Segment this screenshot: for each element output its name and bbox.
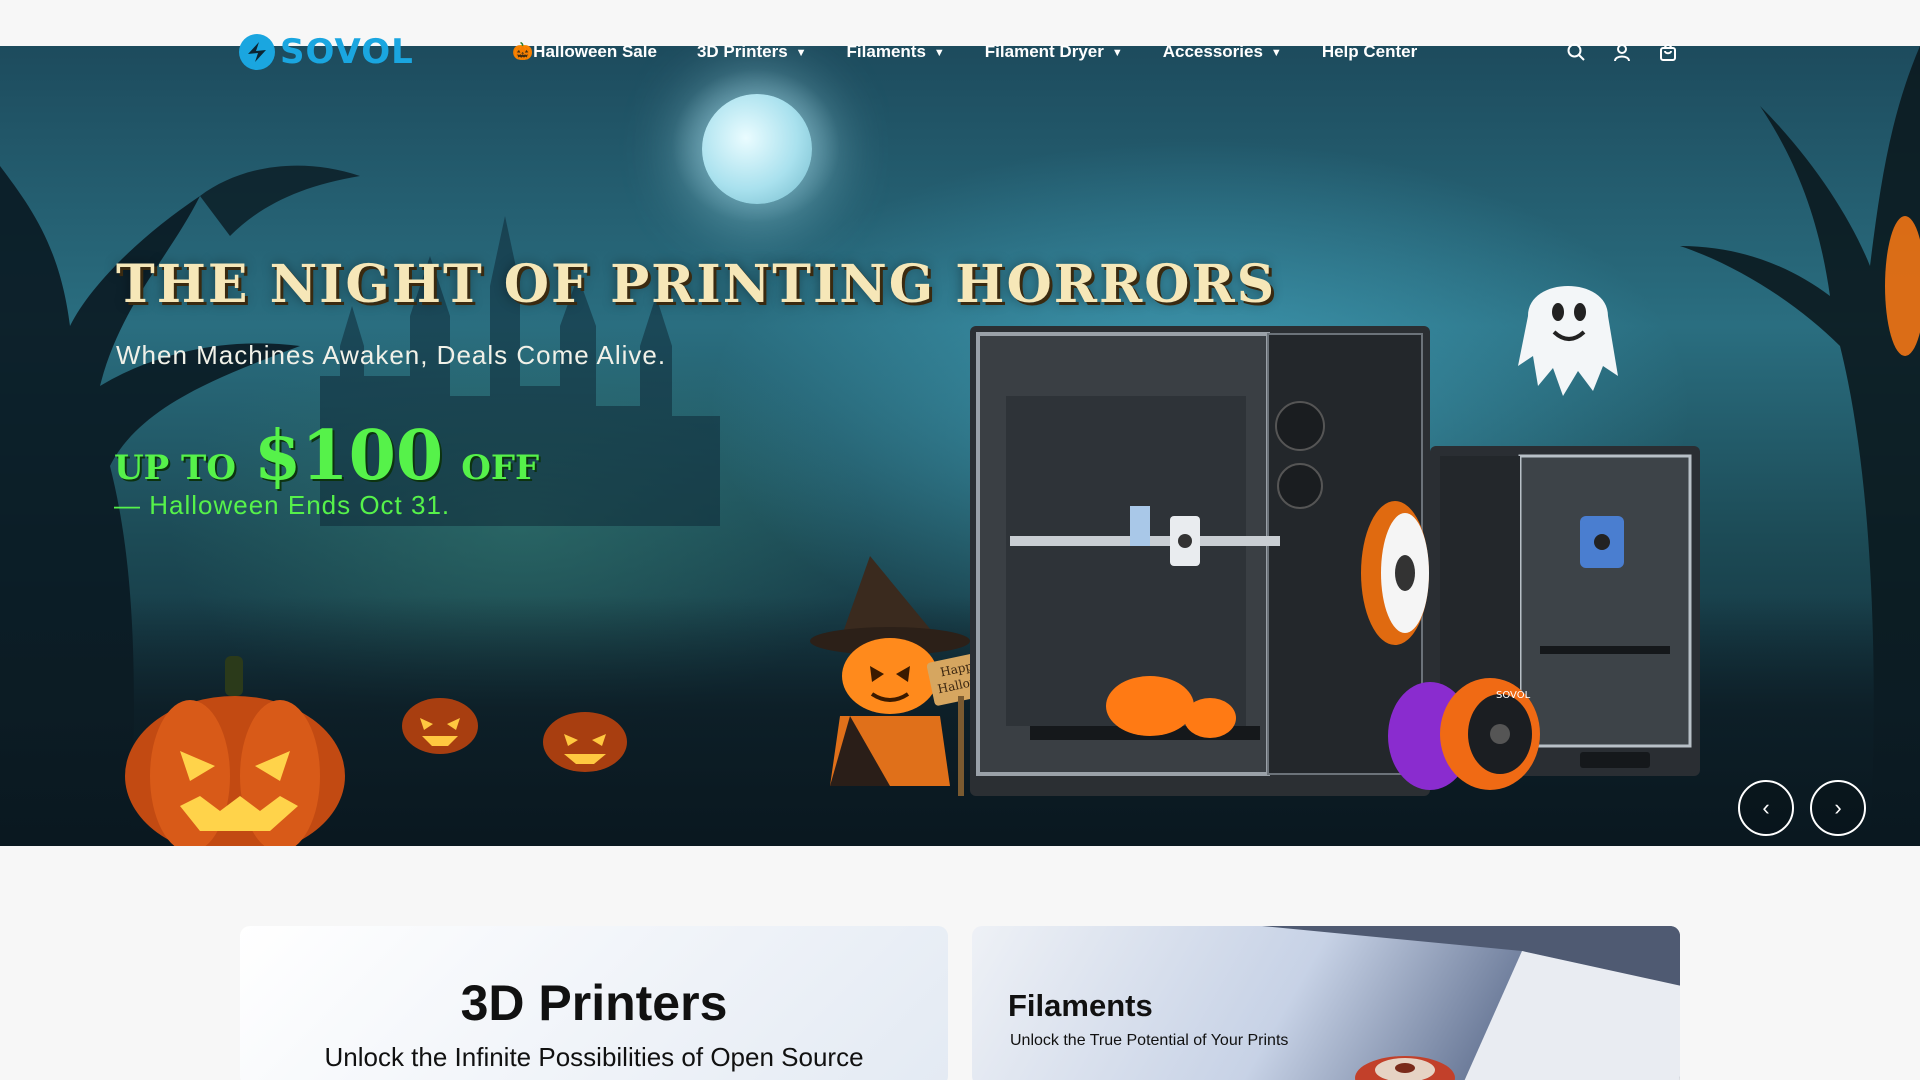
main-menu: 🎃Halloween Sale 3D Printers ▼ Filaments …	[512, 42, 1417, 62]
card-title: Filaments	[1008, 988, 1153, 1023]
pumpkin-large-graphic	[125, 656, 345, 846]
menu-item-label: 3D Printers	[696, 42, 788, 61]
chevron-left-icon: ‹	[1762, 795, 1770, 820]
spool-brand-label: SOVOL	[1496, 690, 1531, 701]
chevron-down-icon: ▼	[933, 47, 945, 59]
menu-item-label: Accessories	[1162, 42, 1263, 61]
hero-title: THE NIGHT OF PRINTING HORRORS	[116, 254, 1277, 315]
sovol-logo[interactable]: SOVOL	[238, 32, 414, 72]
menu-3d-printers[interactable]: 3D Printers ▼	[697, 42, 807, 62]
hero-upto-suffix: OFF	[461, 448, 540, 488]
slide-next-button[interactable]: ›	[1810, 780, 1866, 836]
menu-help-center[interactable]: Help Center	[1322, 42, 1417, 62]
slide-prev-button[interactable]: ‹	[1738, 780, 1794, 836]
cart-icon[interactable]	[1658, 42, 1678, 62]
site-header: SOVOL 🎃Halloween Sale 3D Printers ▼ Fila…	[0, 28, 1920, 74]
hero-upto-prefix: UP TO	[114, 448, 236, 488]
category-card-3d-printers[interactable]: 3D Printers Unlock the Infinite Possibil…	[240, 926, 948, 1080]
hero-banner[interactable]: THE NIGHT OF PRINTING HORRORS When Machi…	[0, 46, 1920, 846]
menu-item-label: Filament Dryer	[984, 42, 1104, 61]
moon-graphic	[702, 94, 812, 204]
header-actions	[1566, 42, 1678, 62]
search-icon[interactable]	[1566, 42, 1586, 62]
account-icon[interactable]	[1612, 42, 1632, 62]
card-subtitle: Unlock the Infinite Possibilities of Ope…	[324, 1042, 864, 1072]
card-title: 3D Printers	[460, 975, 728, 1031]
menu-item-label: Filaments	[846, 42, 926, 61]
menu-item-label: Help Center	[1321, 42, 1418, 61]
hero-discount: UP TO $100 OFF	[114, 416, 539, 496]
ghost-graphic	[1518, 286, 1618, 396]
chevron-down-icon: ▼	[1111, 47, 1123, 59]
menu-accessories[interactable]: Accessories ▼	[1163, 42, 1282, 62]
menu-filaments[interactable]: Filaments ▼	[847, 42, 945, 62]
hero-ends-text: — Halloween Ends Oct 31.	[114, 490, 451, 520]
logo-text: SOVOL	[280, 32, 414, 72]
chevron-down-icon: ▼	[795, 47, 807, 59]
wall-graphic	[1262, 926, 1680, 1080]
card-subtitle: Unlock the True Potential of Your Prints	[1010, 1032, 1289, 1049]
hero-amount: $100	[253, 416, 444, 496]
category-card-filaments[interactable]: Filaments Unlock the True Potential of Y…	[972, 926, 1680, 1080]
pumpkin-small-graphic	[402, 698, 478, 754]
hero-subtitle: When Machines Awaken, Deals Come Alive.	[116, 340, 667, 370]
pumpkin-small-graphic-2	[543, 712, 627, 772]
menu-filament-dryer[interactable]: Filament Dryer ▼	[985, 42, 1123, 62]
logo-mark-icon	[239, 34, 275, 70]
filament-spool-red-graphic	[1355, 1056, 1455, 1080]
chevron-right-icon: ›	[1834, 795, 1842, 820]
menu-halloween-sale[interactable]: 🎃Halloween Sale	[512, 42, 657, 62]
filament-spools-graphic: SOVOL	[1388, 678, 1540, 790]
menu-item-label: 🎃Halloween Sale	[512, 42, 657, 61]
chevron-down-icon: ▼	[1270, 47, 1282, 59]
filament-spool-orange-graphic	[1361, 501, 1429, 645]
